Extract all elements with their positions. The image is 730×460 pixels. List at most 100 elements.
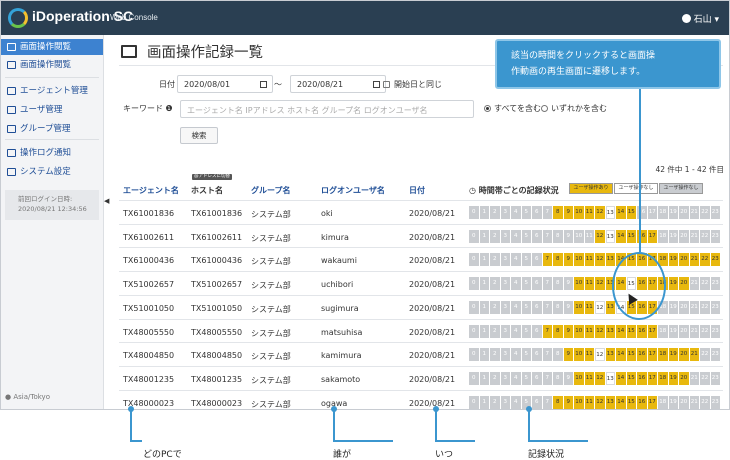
hour-slot[interactable]: 12: [595, 206, 605, 219]
hour-slot[interactable]: 16: [637, 348, 647, 362]
hour-slot[interactable]: 11: [584, 348, 594, 362]
calendar-icon[interactable]: [260, 81, 267, 88]
sidebar-item[interactable]: 画面操作閲覧: [1, 57, 103, 73]
user-menu[interactable]: 石山 ▾: [681, 12, 719, 25]
hour-slot[interactable]: 11: [584, 371, 594, 385]
hour-slot[interactable]: 10: [574, 300, 584, 314]
sidebar-item[interactable]: グループ管理: [1, 121, 103, 137]
col-agent[interactable]: エージェント名: [123, 185, 179, 196]
hour-slot[interactable]: 13: [605, 229, 615, 243]
hour-slot[interactable]: 12: [595, 324, 605, 338]
hour-slot[interactable]: 14: [616, 229, 626, 243]
hour-slot[interactable]: 14: [616, 206, 626, 219]
date-to-input[interactable]: 2020/08/21: [290, 75, 386, 93]
col-group[interactable]: グループ名: [251, 185, 291, 196]
hour-slot[interactable]: 14: [616, 371, 626, 385]
hour-slot[interactable]: 12: [595, 253, 605, 267]
table-row[interactable]: TX61002611 TX61002611 システム部 kimura 2020/08/2…: [119, 223, 723, 248]
hour-slot[interactable]: 14: [616, 395, 626, 409]
hour-slot[interactable]: 12: [595, 229, 605, 243]
col-host[interactable]: ホスト名: [191, 185, 223, 196]
table-row[interactable]: TX48001235 TX48001235 システム部 sakamoto 2020/08…: [119, 365, 723, 390]
host-toggle-tag[interactable]: @アドレスに切替: [192, 174, 232, 180]
hour-slot[interactable]: 13: [605, 206, 615, 219]
hour-slot[interactable]: 11: [584, 253, 594, 267]
sidebar-item[interactable]: 操作ログ通知: [1, 145, 103, 161]
hour-slot[interactable]: 20: [679, 253, 689, 267]
hour-slot[interactable]: 12: [595, 395, 605, 409]
hour-slot[interactable]: 15: [626, 206, 636, 219]
hour-slot[interactable]: 17: [647, 229, 657, 243]
hour-slot[interactable]: 18: [658, 348, 668, 362]
hour-slot[interactable]: 19: [668, 371, 678, 385]
hour-slot[interactable]: 18: [658, 371, 668, 385]
hour-slot[interactable]: 9: [563, 395, 573, 409]
sidebar-item[interactable]: ユーザ管理: [1, 102, 103, 118]
hour-slot[interactable]: 13: [605, 395, 615, 409]
col-user[interactable]: ログオンユーザ名: [321, 185, 385, 196]
hour-slot[interactable]: 13: [605, 371, 615, 385]
hour-slot[interactable]: 11: [584, 324, 594, 338]
hour-slot[interactable]: 16: [637, 395, 647, 409]
hour-slot[interactable]: 9: [563, 206, 573, 219]
hour-slot[interactable]: 10: [574, 277, 584, 291]
hour-slot[interactable]: 9: [563, 253, 573, 267]
hour-slot[interactable]: 10: [574, 253, 584, 267]
sidebar-item[interactable]: システム設定: [1, 164, 103, 180]
hour-slot[interactable]: 17: [647, 348, 657, 362]
calendar-icon[interactable]: [373, 81, 380, 88]
hour-slot[interactable]: 17: [647, 371, 657, 385]
hour-slot[interactable]: 13: [605, 348, 615, 362]
hour-slot[interactable]: 12: [595, 277, 605, 291]
hour-slot[interactable]: 19: [668, 253, 678, 267]
same-day-checkbox[interactable]: [383, 81, 390, 88]
hour-slot[interactable]: 8: [553, 206, 563, 219]
hour-slot[interactable]: 14: [616, 324, 626, 338]
hour-slot[interactable]: 15: [626, 371, 636, 385]
hour-slot[interactable]: 11: [584, 206, 594, 219]
sidebar-item[interactable]: エージェント管理: [1, 83, 103, 99]
hour-slot[interactable]: 9: [563, 348, 573, 362]
hour-slot[interactable]: 11: [584, 300, 594, 314]
hour-slot[interactable]: 22: [700, 253, 710, 267]
hour-slot[interactable]: 13: [605, 324, 615, 338]
hour-slot[interactable]: 17: [647, 324, 657, 338]
hour-slot[interactable]: 19: [668, 348, 678, 362]
table-row[interactable]: TX48004850 TX48004850 システム部 kamimura 2020/08…: [119, 342, 723, 366]
hour-slot[interactable]: 16: [637, 371, 647, 385]
hour-slot[interactable]: 15: [626, 229, 636, 243]
hour-slot[interactable]: 10: [574, 395, 584, 409]
hour-slot[interactable]: 12: [595, 371, 605, 385]
hour-slot[interactable]: 8: [553, 395, 563, 409]
hour-slot[interactable]: 23: [710, 253, 720, 267]
hour-slot[interactable]: 8: [553, 253, 563, 267]
hour-slot[interactable]: 20: [679, 348, 689, 362]
hour-slot[interactable]: 17: [647, 395, 657, 409]
hour-slot[interactable]: 7: [542, 253, 552, 267]
hour-slot[interactable]: 11: [584, 395, 594, 409]
table-row[interactable]: TX48005550 TX48005550 システム部 matsuhisa 2020/0…: [119, 318, 723, 343]
hour-slot[interactable]: 20: [679, 371, 689, 385]
hour-slot[interactable]: 8: [553, 324, 563, 338]
hour-slot[interactable]: 15: [626, 395, 636, 409]
table-row[interactable]: TX61001836 TX61001836 システム部 oki 2020/08/21 0 1…: [119, 200, 723, 224]
hour-slot[interactable]: 12: [595, 300, 605, 314]
hour-slot[interactable]: 13: [605, 253, 615, 267]
hour-slot[interactable]: 9: [563, 324, 573, 338]
hour-slot[interactable]: 15: [626, 324, 636, 338]
hour-slot[interactable]: 12: [595, 348, 605, 362]
match-all-radio[interactable]: [484, 105, 491, 112]
hour-slot[interactable]: 13: [605, 300, 615, 314]
hour-slot[interactable]: 15: [626, 348, 636, 362]
hour-slot[interactable]: 16: [637, 324, 647, 338]
hour-slot[interactable]: 10: [574, 324, 584, 338]
hour-slot[interactable]: 21: [689, 348, 699, 362]
keyword-input[interactable]: エージェント名 IPアドレス ホスト名 グループ名 ログオンユーザ名: [180, 100, 474, 118]
hour-slot[interactable]: 11: [584, 277, 594, 291]
col-date[interactable]: 日付: [409, 185, 425, 196]
hour-slot[interactable]: 14: [616, 348, 626, 362]
hour-slot[interactable]: 10: [574, 371, 584, 385]
match-any-radio[interactable]: [541, 105, 548, 112]
hour-slot[interactable]: 19: [668, 277, 678, 291]
search-button[interactable]: 検索: [180, 127, 218, 144]
